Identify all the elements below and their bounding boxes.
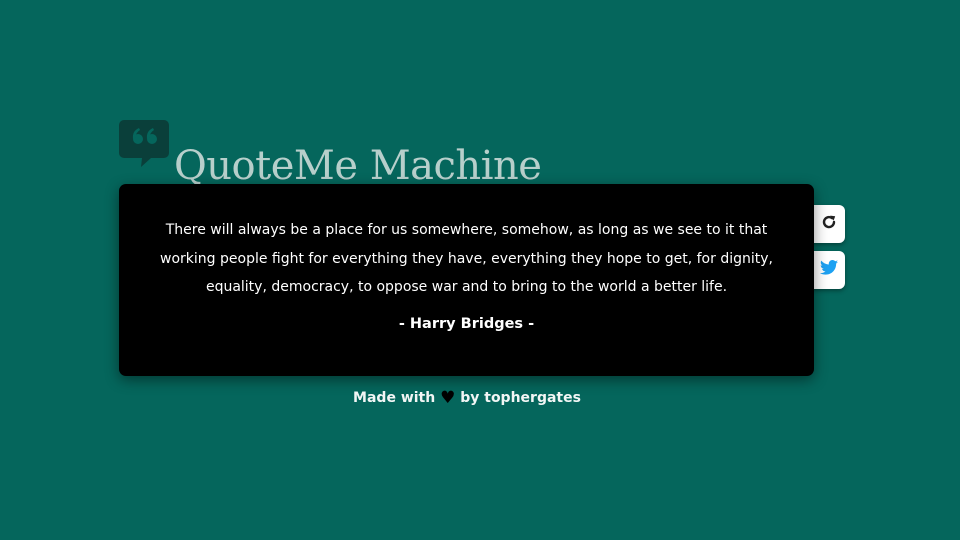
- quote-bubble-icon: [119, 120, 169, 168]
- refresh-icon: [821, 214, 837, 235]
- footer-made-with: Made with: [353, 390, 436, 406]
- footer: Made with ♥ by tophergates: [0, 386, 934, 410]
- twitter-icon: [819, 260, 838, 280]
- heart-icon: ♥: [440, 388, 456, 408]
- quote-author: - Harry Bridges -: [398, 315, 535, 332]
- quote-card: There will always be a place for us some…: [119, 184, 814, 376]
- quote-text: There will always be a place for us some…: [160, 222, 773, 295]
- author-link[interactable]: tophergates: [484, 390, 581, 406]
- footer-by: by: [460, 390, 480, 406]
